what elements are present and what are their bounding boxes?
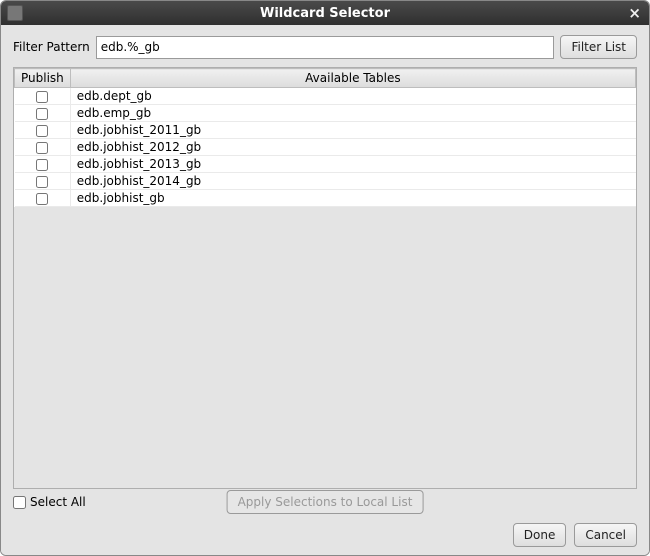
done-button[interactable]: Done xyxy=(513,523,567,547)
cancel-button[interactable]: Cancel xyxy=(574,523,637,547)
select-all-checkbox[interactable] xyxy=(13,496,26,509)
row-publish-cell xyxy=(15,156,71,173)
row-publish-cell xyxy=(15,88,71,105)
window-title: Wildcard Selector xyxy=(260,6,390,21)
table-row[interactable]: edb.jobhist_2013_gb xyxy=(15,156,636,173)
row-publish-checkbox[interactable] xyxy=(36,193,48,205)
row-publish-cell xyxy=(15,173,71,190)
wildcard-selector-window: Wildcard Selector × Filter Pattern Filte… xyxy=(0,0,650,556)
filter-pattern-input[interactable] xyxy=(96,36,555,59)
row-table-name: edb.emp_gb xyxy=(70,105,635,122)
row-publish-checkbox[interactable] xyxy=(36,159,48,171)
table-row[interactable]: edb.jobhist_gb xyxy=(15,190,636,207)
row-table-name: edb.jobhist_2011_gb xyxy=(70,122,635,139)
window-content: Filter Pattern Filter List Publish Avail… xyxy=(1,25,649,555)
row-publish-checkbox[interactable] xyxy=(36,176,48,188)
row-publish-cell xyxy=(15,139,71,156)
table-row[interactable]: edb.jobhist_2011_gb xyxy=(15,122,636,139)
select-all-label: Select All xyxy=(30,495,86,509)
select-all-control[interactable]: Select All xyxy=(13,495,86,509)
row-table-name: edb.jobhist_2014_gb xyxy=(70,173,635,190)
close-icon[interactable]: × xyxy=(628,3,641,23)
tables-scroll[interactable]: Publish Available Tables edb.dept_gbedb.… xyxy=(14,68,636,488)
available-tables-table: Publish Available Tables edb.dept_gbedb.… xyxy=(14,68,636,207)
app-icon xyxy=(7,5,23,21)
table-row[interactable]: edb.jobhist_2014_gb xyxy=(15,173,636,190)
filter-pattern-label: Filter Pattern xyxy=(13,40,90,54)
row-table-name: edb.jobhist_2013_gb xyxy=(70,156,635,173)
column-header-publish[interactable]: Publish xyxy=(15,69,71,88)
row-publish-checkbox[interactable] xyxy=(36,108,48,120)
row-publish-checkbox[interactable] xyxy=(36,125,48,137)
row-table-name: edb.jobhist_gb xyxy=(70,190,635,207)
row-table-name: edb.jobhist_2012_gb xyxy=(70,139,635,156)
apply-selections-button[interactable]: Apply Selections to Local List xyxy=(227,490,424,514)
row-publish-cell xyxy=(15,105,71,122)
table-row[interactable]: edb.dept_gb xyxy=(15,88,636,105)
table-row[interactable]: edb.jobhist_2012_gb xyxy=(15,139,636,156)
row-publish-checkbox[interactable] xyxy=(36,91,48,103)
row-table-name: edb.dept_gb xyxy=(70,88,635,105)
table-row[interactable]: edb.emp_gb xyxy=(15,105,636,122)
action-row: Done Cancel xyxy=(13,515,637,547)
filter-row: Filter Pattern Filter List xyxy=(13,35,637,59)
titlebar: Wildcard Selector × xyxy=(1,1,649,25)
filter-list-button[interactable]: Filter List xyxy=(560,35,637,59)
column-header-available[interactable]: Available Tables xyxy=(70,69,635,88)
row-publish-cell xyxy=(15,122,71,139)
row-publish-cell xyxy=(15,190,71,207)
row-publish-checkbox[interactable] xyxy=(36,142,48,154)
tables-panel: Publish Available Tables edb.dept_gbedb.… xyxy=(13,67,637,489)
select-apply-row: Select All Apply Selections to Local Lis… xyxy=(13,489,637,515)
